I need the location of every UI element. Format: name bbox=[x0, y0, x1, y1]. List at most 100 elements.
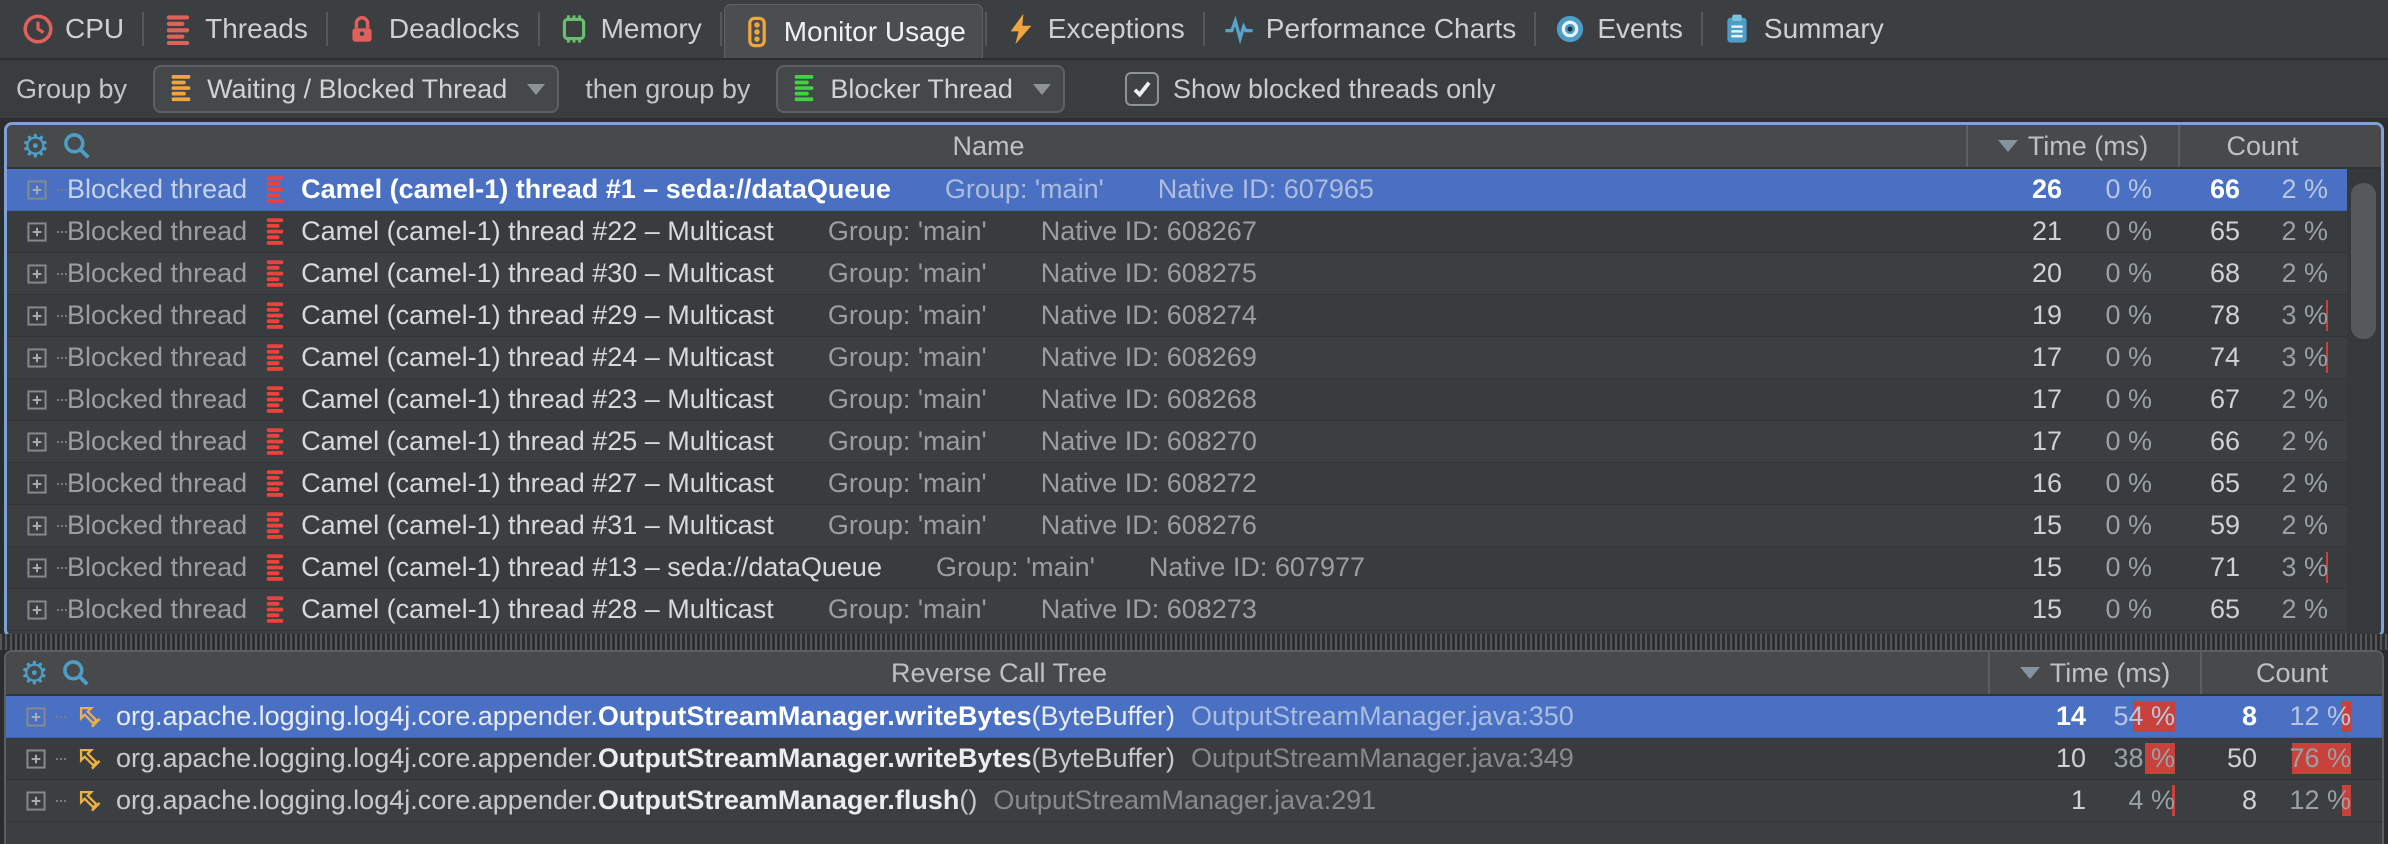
expand-plus-icon[interactable] bbox=[27, 432, 47, 452]
blocked-thread-row[interactable]: Blocked thread Camel (camel-1) thread #2… bbox=[7, 337, 2381, 379]
thread-native-id: Native ID: 608269 bbox=[1041, 342, 1257, 373]
then-group-by-label: then group by bbox=[585, 74, 750, 105]
tree-indent bbox=[6, 745, 104, 773]
count-column-header[interactable]: Count bbox=[2200, 652, 2382, 694]
thread-state-label: Blocked thread bbox=[67, 426, 247, 457]
thread-name-cell: Blocked thread Camel (camel-1) thread #2… bbox=[67, 468, 1970, 499]
thread-name-cell: Blocked thread Camel (camel-1) thread #3… bbox=[67, 258, 1970, 289]
tab-summary[interactable]: Summary bbox=[1705, 0, 1900, 58]
tree-indent bbox=[7, 390, 67, 410]
name-column-header[interactable]: Name bbox=[7, 131, 1970, 162]
tab-divider bbox=[1701, 12, 1703, 46]
thread-bars-icon bbox=[162, 13, 194, 45]
thread-state-label: Blocked thread bbox=[67, 594, 247, 625]
count-percent-cell: 3 % bbox=[2240, 342, 2328, 373]
expand-plus-icon[interactable] bbox=[27, 474, 47, 494]
call-tree-header: ⚙ Reverse Call Tree Time (ms) Count bbox=[6, 652, 2382, 696]
thread-state-label: Blocked thread bbox=[67, 384, 247, 415]
count-value: 66 bbox=[2180, 174, 2240, 205]
blocked-thread-row[interactable]: Blocked thread Camel (camel-1) thread #1… bbox=[7, 547, 2381, 589]
tab-label: CPU bbox=[65, 13, 124, 45]
thread-native-id: Native ID: 608273 bbox=[1041, 594, 1257, 625]
blocked-thread-row[interactable]: Blocked thread Camel (camel-1) thread #2… bbox=[7, 379, 2381, 421]
expand-plus-icon[interactable] bbox=[26, 707, 46, 727]
thread-native-id: Native ID: 608276 bbox=[1041, 510, 1257, 541]
blocked-thread-row[interactable]: Blocked thread Camel (camel-1) thread #2… bbox=[7, 421, 2381, 463]
expand-plus-icon[interactable] bbox=[27, 222, 47, 242]
panel-splitter-handle[interactable] bbox=[0, 634, 2388, 650]
thread-name: Camel (camel-1) thread #31 – Multicast bbox=[301, 510, 774, 541]
count-percent-cell: 3 % bbox=[2240, 300, 2328, 331]
time-percent-cell: 4 % bbox=[2086, 785, 2175, 816]
count-column-header[interactable]: Count bbox=[2178, 125, 2345, 167]
method-name: OutputStreamManager.flush bbox=[598, 785, 960, 816]
monitor-usage-panel: ⚙ Name Time (ms) Count Blocked thread Ca… bbox=[4, 122, 2384, 638]
tab-deadlocks[interactable]: Deadlocks bbox=[330, 0, 536, 58]
show-blocked-threads-label[interactable]: Show blocked threads only bbox=[1173, 74, 1496, 105]
show-blocked-threads-checkbox[interactable] bbox=[1125, 72, 1159, 106]
blocked-thread-row[interactable]: Blocked thread Camel (camel-1) thread #3… bbox=[7, 253, 2381, 295]
thread-name-cell: Blocked thread Camel (camel-1) thread #3… bbox=[67, 510, 1970, 541]
count-percent-cell: 2 % bbox=[2240, 384, 2328, 415]
second-group-value: Blocker Thread bbox=[830, 74, 1013, 105]
vertical-scrollbar[interactable] bbox=[2347, 169, 2381, 635]
group-by-label: Group by bbox=[16, 74, 127, 105]
method-name: OutputStreamManager.writeBytes bbox=[598, 743, 1032, 774]
tree-guide bbox=[57, 189, 67, 191]
thread-state-label: Blocked thread bbox=[67, 174, 247, 205]
thread-group: Group: 'main' bbox=[828, 594, 987, 625]
expand-plus-icon[interactable] bbox=[27, 516, 47, 536]
expand-plus-icon[interactable] bbox=[27, 348, 47, 368]
tab-divider bbox=[538, 12, 540, 46]
expand-plus-icon[interactable] bbox=[27, 306, 47, 326]
time-percent-cell: 54 % bbox=[2086, 701, 2175, 732]
expand-plus-icon[interactable] bbox=[26, 791, 46, 811]
call-tree-row[interactable]: org.apache.logging.log4j.core.appender.O… bbox=[6, 738, 2382, 780]
tab-threads[interactable]: Threads bbox=[146, 0, 324, 58]
scrollbar-thumb[interactable] bbox=[2351, 183, 2376, 339]
time-column-header[interactable]: Time (ms) bbox=[1966, 125, 2178, 167]
expand-plus-icon[interactable] bbox=[27, 264, 47, 284]
tab-monitor-usage[interactable]: Monitor Usage bbox=[724, 4, 983, 58]
expand-plus-icon[interactable] bbox=[26, 749, 46, 769]
blocked-thread-row[interactable]: Blocked thread Camel (camel-1) thread #1… bbox=[7, 169, 2381, 211]
second-group-dropdown[interactable]: Blocker Thread bbox=[776, 65, 1065, 113]
tab-label: Deadlocks bbox=[389, 13, 520, 45]
thread-state-label: Blocked thread bbox=[67, 342, 247, 373]
expand-plus-icon[interactable] bbox=[27, 390, 47, 410]
thread-group: Group: 'main' bbox=[828, 258, 987, 289]
monitor-table-header: ⚙ Name Time (ms) Count bbox=[7, 125, 2381, 169]
tab-label: Threads bbox=[205, 13, 308, 45]
chevron-down-icon bbox=[527, 84, 545, 95]
time-value: 17 bbox=[1970, 426, 2062, 457]
tab-events[interactable]: Events bbox=[1538, 0, 1699, 58]
chevron-down-icon bbox=[1033, 84, 1051, 95]
tab-performance-charts[interactable]: Performance Charts bbox=[1207, 0, 1533, 58]
time-column-header[interactable]: Time (ms) bbox=[1988, 652, 2200, 694]
blocked-thread-row[interactable]: Blocked thread Camel (camel-1) thread #2… bbox=[7, 211, 2381, 253]
method-cell: org.apache.logging.log4j.core.appender.O… bbox=[104, 743, 1992, 774]
method-package: org.apache.logging.log4j.core.appender. bbox=[116, 701, 598, 732]
blocked-thread-row[interactable]: Blocked thread Camel (camel-1) thread #2… bbox=[7, 295, 2381, 337]
tab-cpu[interactable]: CPU bbox=[6, 0, 140, 58]
tree-guide bbox=[57, 609, 67, 611]
count-percent-cell: 2 % bbox=[2240, 258, 2328, 289]
tab-memory[interactable]: Memory bbox=[542, 0, 718, 58]
expand-plus-icon[interactable] bbox=[27, 600, 47, 620]
expand-plus-icon[interactable] bbox=[27, 180, 47, 200]
thread-name-cell: Blocked thread Camel (camel-1) thread #2… bbox=[67, 300, 1970, 331]
time-percent-cell: 38 % bbox=[2086, 743, 2175, 774]
call-tree-row[interactable]: org.apache.logging.log4j.core.appender.O… bbox=[6, 780, 2382, 822]
thread-native-id: Native ID: 608272 bbox=[1041, 468, 1257, 499]
tree-guide bbox=[57, 441, 67, 443]
call-tree-row[interactable]: org.apache.logging.log4j.core.appender.O… bbox=[6, 696, 2382, 738]
tab-exceptions[interactable]: Exceptions bbox=[989, 0, 1201, 58]
method-args: (ByteBuffer) bbox=[1031, 701, 1175, 732]
blocked-thread-row[interactable]: Blocked thread Camel (camel-1) thread #2… bbox=[7, 589, 2381, 631]
blocked-thread-row[interactable]: Blocked thread Camel (camel-1) thread #3… bbox=[7, 505, 2381, 547]
blocked-thread-row[interactable]: Blocked thread Camel (camel-1) thread #2… bbox=[7, 463, 2381, 505]
expand-plus-icon[interactable] bbox=[27, 558, 47, 578]
first-group-dropdown[interactable]: Waiting / Blocked Thread bbox=[153, 65, 559, 113]
method-cell: org.apache.logging.log4j.core.appender.O… bbox=[104, 785, 1992, 816]
tree-indent bbox=[7, 264, 67, 284]
